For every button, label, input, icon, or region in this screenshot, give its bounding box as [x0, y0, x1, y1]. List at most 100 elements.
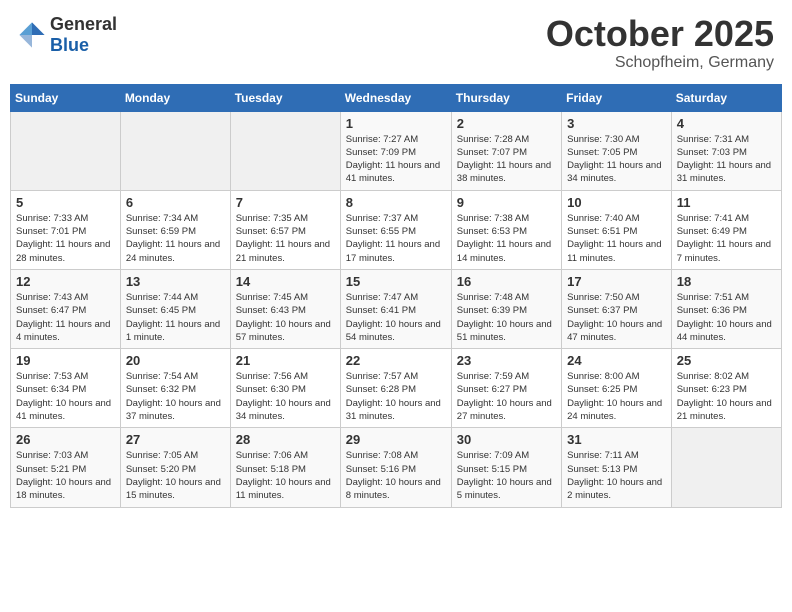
calendar-week-row: 19 Sunrise: 7:53 AMSunset: 6:34 PMDayligh… [11, 349, 782, 428]
calendar-cell: 25 Sunrise: 8:02 AMSunset: 6:23 PMDayligh… [671, 349, 781, 428]
day-number: 4 [677, 116, 776, 131]
day-info: Sunrise: 7:45 AMSunset: 6:43 PMDaylight:… [236, 291, 335, 344]
calendar-cell: 19 Sunrise: 7:53 AMSunset: 6:34 PMDayligh… [11, 349, 121, 428]
calendar-cell: 14 Sunrise: 7:45 AMSunset: 6:43 PMDayligh… [230, 269, 340, 348]
day-info: Sunrise: 7:11 AMSunset: 5:13 PMDaylight:… [567, 449, 666, 502]
calendar-cell: 11 Sunrise: 7:41 AMSunset: 6:49 PMDayligh… [671, 190, 781, 269]
calendar-cell: 26 Sunrise: 7:03 AMSunset: 5:21 PMDayligh… [11, 428, 121, 507]
day-info: Sunrise: 7:47 AMSunset: 6:41 PMDaylight:… [346, 291, 446, 344]
day-info: Sunrise: 7:56 AMSunset: 6:30 PMDaylight:… [236, 370, 335, 423]
calendar-week-row: 1 Sunrise: 7:27 AMSunset: 7:09 PMDaylight… [11, 111, 782, 190]
day-info: Sunrise: 7:51 AMSunset: 6:36 PMDaylight:… [677, 291, 776, 344]
calendar-cell [671, 428, 781, 507]
day-info: Sunrise: 7:54 AMSunset: 6:32 PMDaylight:… [126, 370, 225, 423]
day-info: Sunrise: 7:43 AMSunset: 6:47 PMDaylight:… [16, 291, 115, 344]
day-number: 25 [677, 353, 776, 368]
day-info: Sunrise: 7:41 AMSunset: 6:49 PMDaylight:… [677, 212, 776, 265]
calendar-cell: 6Sunrise: 7:34 AMSunset: 6:59 PMDaylight… [120, 190, 230, 269]
day-number: 13 [126, 274, 225, 289]
day-info: Sunrise: 7:50 AMSunset: 6:37 PMDaylight:… [567, 291, 666, 344]
day-number: 23 [457, 353, 556, 368]
day-info: Sunrise: 7:03 AMSunset: 5:21 PMDaylight:… [16, 449, 115, 502]
calendar-cell: 21Sunrise: 7:56 AMSunset: 6:30 PMDayligh… [230, 349, 340, 428]
calendar-week-row: 12 Sunrise: 7:43 AMSunset: 6:47 PMDayligh… [11, 269, 782, 348]
calendar-cell [11, 111, 121, 190]
calendar-cell: 3Sunrise: 7:30 AMSunset: 7:05 PMDaylight… [562, 111, 672, 190]
calendar-cell: 7Sunrise: 7:35 AMSunset: 6:57 PMDaylight… [230, 190, 340, 269]
weekday-header: Monday [120, 84, 230, 111]
day-number: 29 [346, 432, 446, 447]
logo: General Blue [18, 14, 117, 56]
day-info: Sunrise: 7:33 AMSunset: 7:01 PMDaylight:… [16, 212, 115, 265]
day-number: 27 [126, 432, 225, 447]
calendar-cell: 20 Sunrise: 7:54 AMSunset: 6:32 PMDayligh… [120, 349, 230, 428]
day-number: 10 [567, 195, 666, 210]
calendar-cell: 4 Sunrise: 7:31 AMSunset: 7:03 PMDaylight… [671, 111, 781, 190]
day-number: 14 [236, 274, 335, 289]
day-info: Sunrise: 7:06 AMSunset: 5:18 PMDaylight:… [236, 449, 335, 502]
logo-icon [18, 21, 46, 49]
day-number: 1 [346, 116, 446, 131]
logo-text: General Blue [50, 14, 117, 56]
calendar-cell: 16 Sunrise: 7:48 AMSunset: 6:39 PMDayligh… [451, 269, 561, 348]
day-number: 26 [16, 432, 115, 447]
day-number: 17 [567, 274, 666, 289]
calendar-cell: 13 Sunrise: 7:44 AMSunset: 6:45 PMDayligh… [120, 269, 230, 348]
calendar-cell: 27Sunrise: 7:05 AMSunset: 5:20 PMDayligh… [120, 428, 230, 507]
weekday-header: Sunday [11, 84, 121, 111]
calendar-cell: 23 Sunrise: 7:59 AMSunset: 6:27 PMDayligh… [451, 349, 561, 428]
calendar-cell: 29 Sunrise: 7:08 AMSunset: 5:16 PMDayligh… [340, 428, 451, 507]
title-block: October 2025 Schopfheim, Germany [546, 14, 774, 72]
calendar-table: SundayMondayTuesdayWednesdayThursdayFrid… [10, 84, 782, 508]
day-number: 9 [457, 195, 556, 210]
month-title: October 2025 [546, 14, 774, 54]
calendar-cell: 15 Sunrise: 7:47 AMSunset: 6:41 PMDayligh… [340, 269, 451, 348]
calendar-cell: 24Sunrise: 8:00 AMSunset: 6:25 PMDayligh… [562, 349, 672, 428]
calendar-cell: 10 Sunrise: 7:40 AMSunset: 6:51 PMDayligh… [562, 190, 672, 269]
day-number: 19 [16, 353, 115, 368]
calendar-cell [230, 111, 340, 190]
calendar-week-row: 5 Sunrise: 7:33 AMSunset: 7:01 PMDaylight… [11, 190, 782, 269]
day-number: 20 [126, 353, 225, 368]
calendar-cell: 30Sunrise: 7:09 AMSunset: 5:15 PMDayligh… [451, 428, 561, 507]
day-info: Sunrise: 7:44 AMSunset: 6:45 PMDaylight:… [126, 291, 225, 344]
day-number: 5 [16, 195, 115, 210]
day-number: 8 [346, 195, 446, 210]
day-info: Sunrise: 7:30 AMSunset: 7:05 PMDaylight:… [567, 133, 666, 186]
calendar-cell: 18Sunrise: 7:51 AMSunset: 6:36 PMDayligh… [671, 269, 781, 348]
calendar-cell: 31 Sunrise: 7:11 AMSunset: 5:13 PMDayligh… [562, 428, 672, 507]
weekday-header: Thursday [451, 84, 561, 111]
day-number: 11 [677, 195, 776, 210]
day-number: 15 [346, 274, 446, 289]
day-info: Sunrise: 7:31 AMSunset: 7:03 PMDaylight:… [677, 133, 776, 186]
weekday-header: Wednesday [340, 84, 451, 111]
weekday-header: Tuesday [230, 84, 340, 111]
weekday-header: Friday [562, 84, 672, 111]
day-info: Sunrise: 7:59 AMSunset: 6:27 PMDaylight:… [457, 370, 556, 423]
day-number: 22 [346, 353, 446, 368]
day-number: 31 [567, 432, 666, 447]
day-info: Sunrise: 7:08 AMSunset: 5:16 PMDaylight:… [346, 449, 446, 502]
calendar-cell: 12 Sunrise: 7:43 AMSunset: 6:47 PMDayligh… [11, 269, 121, 348]
calendar-week-row: 26 Sunrise: 7:03 AMSunset: 5:21 PMDayligh… [11, 428, 782, 507]
day-number: 2 [457, 116, 556, 131]
day-info: Sunrise: 7:27 AMSunset: 7:09 PMDaylight:… [346, 133, 446, 186]
calendar-cell: 17 Sunrise: 7:50 AMSunset: 6:37 PMDayligh… [562, 269, 672, 348]
day-number: 28 [236, 432, 335, 447]
location-title: Schopfheim, Germany [546, 54, 774, 72]
day-info: Sunrise: 7:53 AMSunset: 6:34 PMDaylight:… [16, 370, 115, 423]
day-number: 12 [16, 274, 115, 289]
day-info: Sunrise: 7:09 AMSunset: 5:15 PMDaylight:… [457, 449, 556, 502]
calendar-cell [120, 111, 230, 190]
page-header: General Blue October 2025 Schopfheim, Ge… [10, 10, 782, 76]
calendar-cell: 5 Sunrise: 7:33 AMSunset: 7:01 PMDaylight… [11, 190, 121, 269]
day-info: Sunrise: 7:40 AMSunset: 6:51 PMDaylight:… [567, 212, 666, 265]
day-info: Sunrise: 8:02 AMSunset: 6:23 PMDaylight:… [677, 370, 776, 423]
logo-general: General [50, 14, 117, 34]
day-info: Sunrise: 8:00 AMSunset: 6:25 PMDaylight:… [567, 370, 666, 423]
day-number: 16 [457, 274, 556, 289]
calendar-cell: 1 Sunrise: 7:27 AMSunset: 7:09 PMDaylight… [340, 111, 451, 190]
logo-blue: Blue [50, 35, 89, 55]
day-info: Sunrise: 7:48 AMSunset: 6:39 PMDaylight:… [457, 291, 556, 344]
calendar-cell: 2Sunrise: 7:28 AMSunset: 7:07 PMDaylight… [451, 111, 561, 190]
